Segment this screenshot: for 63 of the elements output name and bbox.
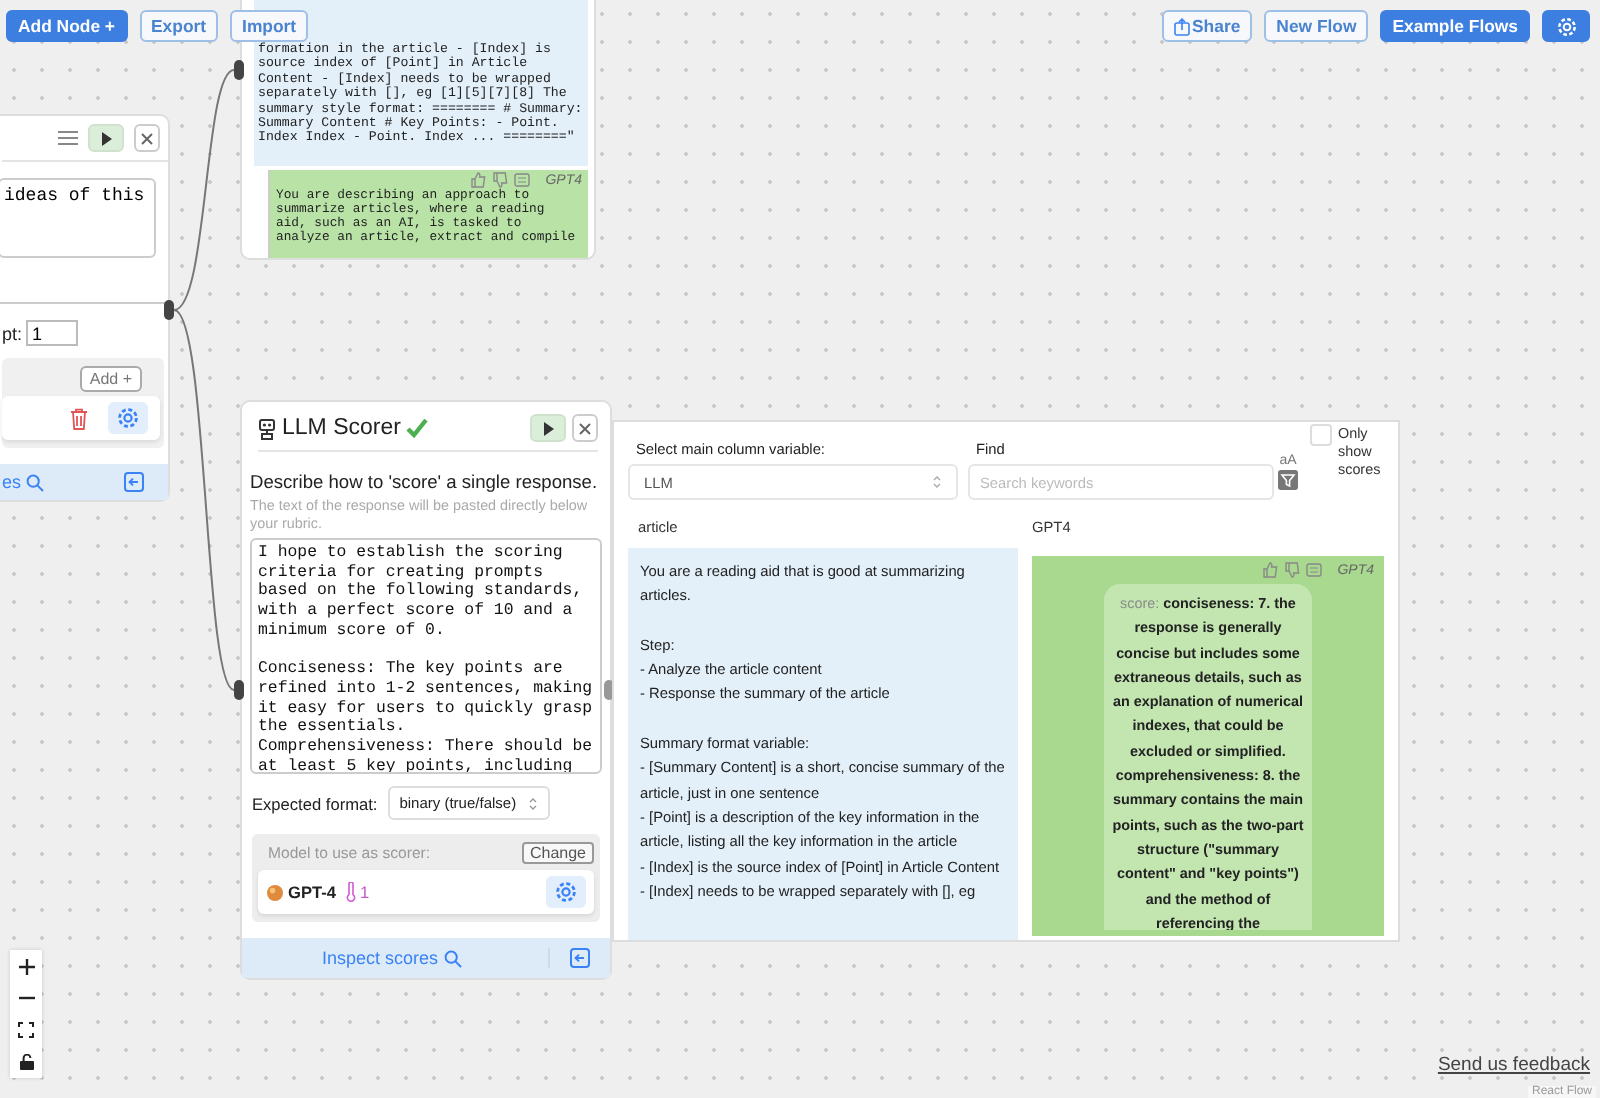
thermometer-icon <box>345 882 356 902</box>
rubric-field[interactable]: I hope to establish the scoring criteria for creating prompts based on the following standards, with a perfect score of 10 and a minimum score of 0. Conciseness: The key points are refined into 1-2 sentences, making it easy for users to quickly grasp the essentials. Comprehensiveness: There should be at least 5 key points, including <box>250 538 602 774</box>
run-button[interactable] <box>88 124 124 152</box>
count-field[interactable]: 1 <box>26 320 79 346</box>
settings-button[interactable] <box>546 876 586 908</box>
change-button[interactable]: Change <box>521 842 594 864</box>
node-handle[interactable] <box>234 60 244 80</box>
list-icon[interactable] <box>58 130 78 146</box>
close-button[interactable] <box>134 124 160 152</box>
minus-icon <box>17 996 35 1000</box>
settings-button[interactable] <box>108 402 148 434</box>
trash-icon[interactable] <box>70 407 88 429</box>
copy-icon[interactable] <box>1305 562 1322 578</box>
prompt-field[interactable]: ideas of this <box>0 178 156 258</box>
chevron-icon <box>931 474 942 490</box>
close-icon <box>578 421 592 435</box>
fit-view-icon <box>18 1022 34 1038</box>
temperature-value: 1 <box>359 882 370 902</box>
settings-button[interactable] <box>1542 10 1590 42</box>
thumbs-down-icon[interactable] <box>1283 562 1300 578</box>
check-icon <box>406 418 429 438</box>
play-icon <box>541 421 555 435</box>
copy-icon[interactable] <box>513 172 530 188</box>
close-icon <box>140 131 154 145</box>
filter-icon[interactable] <box>1278 470 1298 490</box>
feedback-link[interactable]: Send us feedback <box>1437 1054 1590 1076</box>
expand-icon[interactable] <box>124 472 144 492</box>
gear-icon <box>1555 15 1577 37</box>
model-name: GPT-4 <box>288 882 336 902</box>
thumbs-down-icon[interactable] <box>491 172 508 188</box>
thumbs-up-icon[interactable] <box>469 172 486 188</box>
count-label: pt: <box>2 323 23 343</box>
node-handle[interactable] <box>234 680 244 700</box>
lock-icon <box>19 1054 33 1070</box>
add-button[interactable]: Add + <box>79 366 142 392</box>
checkbox[interactable] <box>1310 424 1332 446</box>
share-button[interactable]: Share <box>1162 10 1253 42</box>
lock-button[interactable] <box>10 1046 42 1078</box>
share-icon <box>1174 17 1191 35</box>
plus-icon <box>17 957 35 975</box>
thumbs-up-icon[interactable] <box>1261 562 1278 578</box>
chevron-icon <box>528 795 539 811</box>
toolbar-button[interactable]: Example Flows <box>1380 10 1530 42</box>
format-label: Expected format: <box>252 793 378 813</box>
node-title: LLM Scorer <box>282 416 401 440</box>
play-icon <box>99 131 113 145</box>
robot-icon <box>258 417 276 439</box>
node-handle[interactable] <box>164 300 174 320</box>
toolbar-button[interactable]: New Flow <box>1264 10 1369 42</box>
search-icon[interactable] <box>444 949 463 967</box>
zoom-in-button[interactable] <box>10 950 42 982</box>
toolbar-button[interactable]: Import <box>230 10 309 42</box>
close-button[interactable] <box>572 414 598 442</box>
rubric-heading: Describe how to 'score' a single response. <box>250 472 600 492</box>
toolbar-button[interactable]: Export <box>139 10 219 42</box>
model-icon <box>266 883 284 901</box>
gear-icon <box>116 406 140 430</box>
search-icon[interactable] <box>25 473 44 491</box>
toolbar-button[interactable]: Add Node + <box>6 10 128 42</box>
gear-icon <box>554 880 578 904</box>
run-button[interactable] <box>530 414 566 442</box>
inspect-link[interactable]: es <box>2 472 22 492</box>
inspect-scores-link[interactable]: Inspect scores <box>321 948 439 968</box>
